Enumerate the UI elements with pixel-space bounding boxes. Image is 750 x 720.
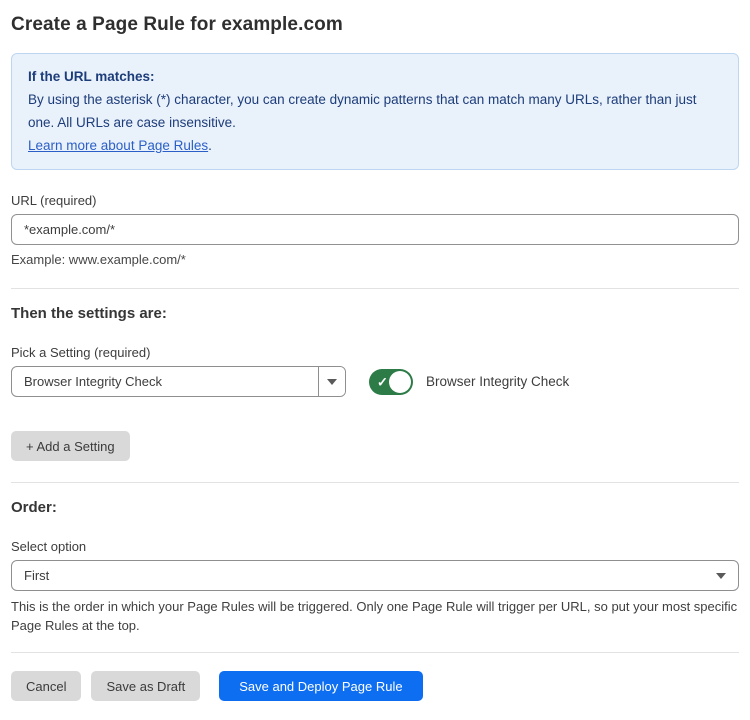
order-section-heading: Order:: [11, 499, 739, 516]
info-box-link-line: Learn more about Page Rules.: [28, 134, 722, 157]
footer-actions: Cancel Save as Draft Save and Deploy Pag…: [11, 671, 739, 701]
divider: [11, 288, 739, 289]
url-field-helper: Example: www.example.com/*: [11, 252, 739, 267]
setting-row: Browser Integrity Check ✓ Browser Integr…: [11, 366, 739, 397]
toggle-label: Browser Integrity Check: [426, 374, 569, 389]
url-input[interactable]: [11, 214, 739, 245]
check-icon: ✓: [377, 375, 388, 388]
cancel-button[interactable]: Cancel: [11, 671, 81, 701]
info-box-heading: If the URL matches:: [28, 65, 722, 88]
setting-dropdown-arrow-button[interactable]: [318, 367, 345, 396]
setting-dropdown[interactable]: Browser Integrity Check: [11, 366, 346, 397]
browser-integrity-toggle[interactable]: ✓: [369, 369, 413, 395]
select-option-label: Select option: [11, 539, 739, 554]
add-setting-button[interactable]: + Add a Setting: [11, 431, 130, 461]
order-helper-text: This is the order in which your Page Rul…: [11, 597, 741, 635]
settings-section-heading: Then the settings are:: [11, 305, 739, 322]
url-field-label: URL (required): [11, 193, 739, 208]
info-box-body: By using the asterisk (*) character, you…: [28, 88, 722, 134]
link-period: .: [208, 138, 212, 153]
setting-dropdown-value: Browser Integrity Check: [12, 367, 318, 396]
save-deploy-button[interactable]: Save and Deploy Page Rule: [219, 671, 422, 701]
pick-setting-label: Pick a Setting (required): [11, 345, 739, 360]
chevron-down-icon: [327, 379, 337, 385]
order-select-value: First: [24, 568, 716, 583]
learn-more-link[interactable]: Learn more about Page Rules: [28, 138, 208, 153]
page-title: Create a Page Rule for example.com: [11, 12, 739, 38]
save-draft-button[interactable]: Save as Draft: [91, 671, 200, 701]
chevron-down-icon: [716, 573, 726, 579]
toggle-knob: [389, 371, 411, 393]
url-matches-info-box: If the URL matches: By using the asteris…: [11, 53, 739, 170]
create-page-rule-form: Create a Page Rule for example.com If th…: [0, 0, 750, 701]
divider: [11, 652, 739, 653]
order-select[interactable]: First: [11, 560, 739, 591]
divider: [11, 482, 739, 483]
